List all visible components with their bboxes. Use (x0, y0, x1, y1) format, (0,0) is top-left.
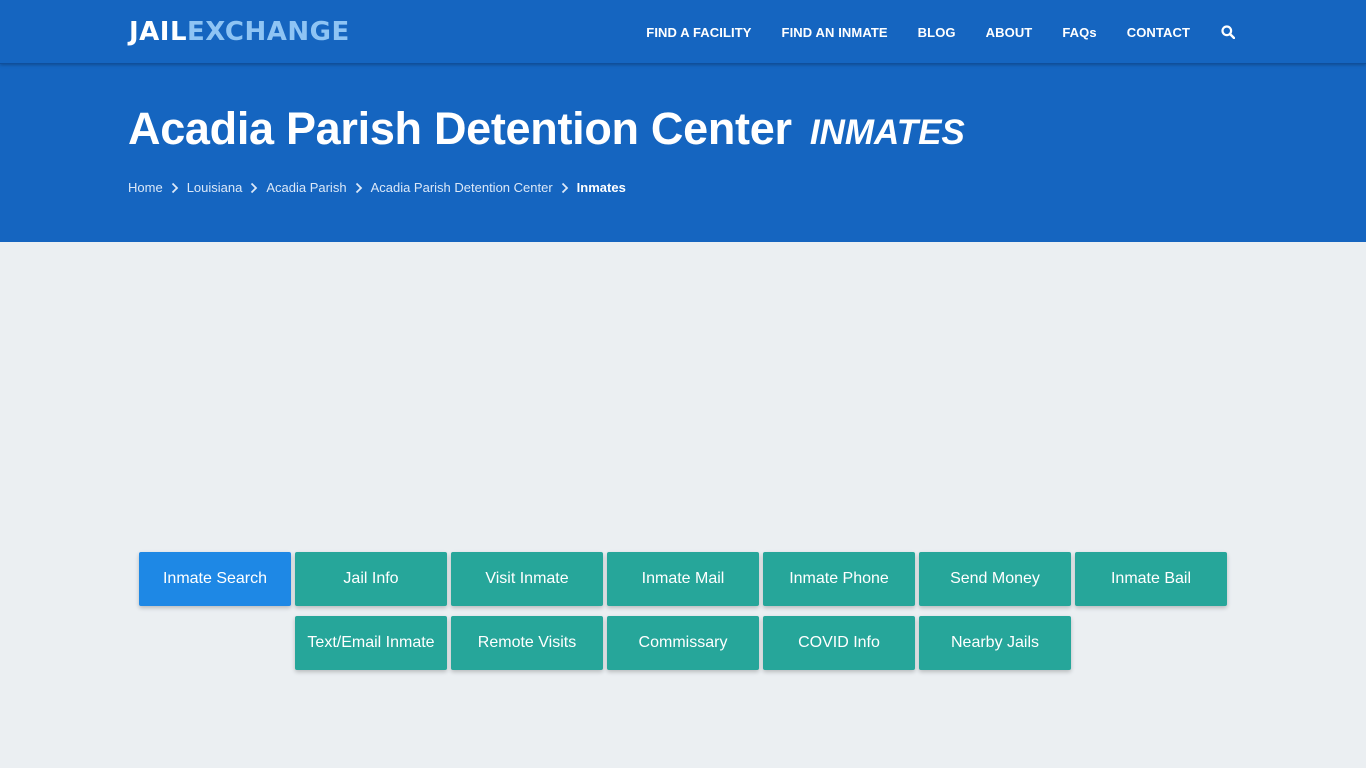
nav-find-inmate[interactable]: FIND AN INMATE (782, 25, 888, 40)
jailexchange-logo[interactable]: JAILEXCHANGE (129, 17, 350, 47)
chevron-right-icon (242, 181, 266, 195)
breadcrumb-home[interactable]: Home (128, 180, 163, 195)
nav-faqs[interactable]: FAQs (1062, 25, 1096, 40)
nav-about[interactable]: ABOUT (986, 25, 1033, 40)
text-email-inmate-button[interactable]: Text/Email Inmate (295, 616, 447, 670)
inmate-mail-button[interactable]: Inmate Mail (607, 552, 759, 606)
visit-inmate-button[interactable]: Visit Inmate (451, 552, 603, 606)
inmate-bail-button[interactable]: Inmate Bail (1075, 552, 1227, 606)
breadcrumb-inmates: Inmates (576, 180, 626, 195)
facility-button-grid: Inmate Search Jail Info Visit Inmate Inm… (0, 552, 1366, 680)
breadcrumb-louisiana[interactable]: Louisiana (187, 180, 243, 195)
button-row-1: Inmate Search Jail Info Visit Inmate Inm… (0, 552, 1366, 606)
breadcrumb-detention-center[interactable]: Acadia Parish Detention Center (371, 180, 553, 195)
covid-info-button[interactable]: COVID Info (763, 616, 915, 670)
chevron-right-icon (347, 181, 371, 195)
breadcrumb-acadia-parish[interactable]: Acadia Parish (266, 180, 346, 195)
logo-part-exchange: EXCHANGE (187, 17, 350, 47)
search-icon[interactable] (1220, 24, 1236, 40)
chevron-right-icon (553, 181, 577, 195)
remote-visits-button[interactable]: Remote Visits (451, 616, 603, 670)
page-header: Acadia Parish Detention Center INMATES H… (0, 64, 1366, 242)
page-title: Acadia Parish Detention Center INMATES (128, 102, 965, 160)
commissary-button[interactable]: Commissary (607, 616, 759, 670)
nav-blog[interactable]: BLOG (918, 25, 956, 40)
top-navbar: JAILEXCHANGE FIND A FACILITY FIND AN INM… (0, 0, 1366, 64)
button-row-2: Text/Email Inmate Remote Visits Commissa… (0, 616, 1366, 670)
jail-info-button[interactable]: Jail Info (295, 552, 447, 606)
send-money-button[interactable]: Send Money (919, 552, 1071, 606)
breadcrumb: Home Louisiana Acadia Parish Acadia Pari… (128, 180, 626, 195)
inmate-phone-button[interactable]: Inmate Phone (763, 552, 915, 606)
nearby-jails-button[interactable]: Nearby Jails (919, 616, 1071, 670)
chevron-right-icon (163, 181, 187, 195)
main-nav: FIND A FACILITY FIND AN INMATE BLOG ABOU… (616, 0, 1236, 64)
logo-part-jail: JAIL (129, 17, 188, 47)
inmate-search-button[interactable]: Inmate Search (139, 552, 291, 606)
page-subtitle: INMATES (809, 113, 965, 152)
nav-contact[interactable]: CONTACT (1127, 25, 1190, 40)
page-title-text: Acadia Parish Detention Center (128, 103, 792, 154)
nav-find-facility[interactable]: FIND A FACILITY (646, 25, 751, 40)
